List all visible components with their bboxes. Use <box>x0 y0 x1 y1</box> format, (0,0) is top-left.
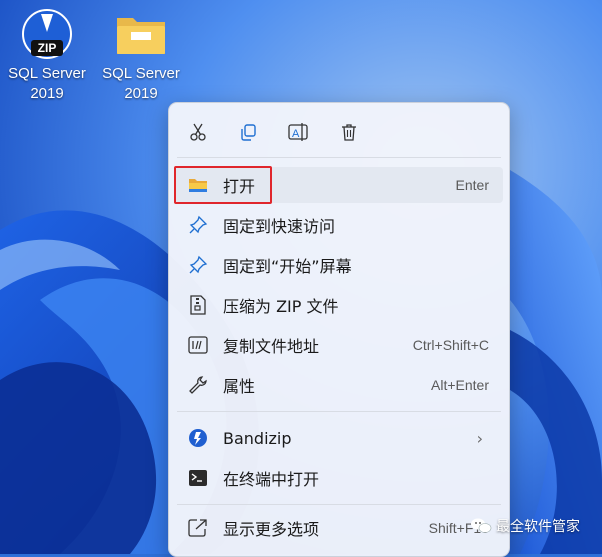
label-line1: SQL Server <box>8 65 86 82</box>
menu-item-bandizip[interactable]: Bandizip › <box>175 420 503 456</box>
delete-button[interactable] <box>332 117 366 147</box>
label-line2: 2019 <box>30 85 64 102</box>
menu-item-properties[interactable]: 属性 Alt+Enter <box>175 367 503 403</box>
pin-icon <box>187 254 209 276</box>
wrench-icon <box>187 374 209 396</box>
menu-item-shortcut: Ctrl+Shift+C <box>412 337 489 353</box>
highlight-box <box>174 166 272 204</box>
pin-icon <box>187 214 209 236</box>
terminal-icon <box>187 467 209 489</box>
more-options-icon <box>187 517 209 539</box>
copy-icon <box>241 124 256 141</box>
menu-item-pin-quick-access[interactable]: 固定到快速访问 <box>175 207 503 243</box>
wechat-icon <box>471 518 492 533</box>
copy-button[interactable] <box>231 117 265 147</box>
watermark-text: 最全软件管家 <box>496 519 580 535</box>
menu-item-pin-start[interactable]: 固定到“开始”屏幕 <box>175 247 503 283</box>
menu-item-label: 在终端中打开 <box>223 470 320 489</box>
rename-button[interactable]: A <box>281 117 315 147</box>
menu-item-label: 复制文件地址 <box>223 337 320 356</box>
menu-item-shortcut: Alt+Enter <box>431 377 489 393</box>
desktop-icon-label: SQL Server 2019 <box>2 64 92 104</box>
copy-path-icon <box>187 334 209 356</box>
cut-button[interactable] <box>181 117 215 147</box>
menu-item-label: 固定到快速访问 <box>223 217 336 236</box>
folder-icon <box>113 6 169 62</box>
menu-item-label: 固定到“开始”屏幕 <box>223 257 352 276</box>
desktop-icon-folder[interactable]: SQL Server 2019 <box>96 6 186 104</box>
watermark: 最全软件管家 <box>470 516 580 536</box>
rename-icon: A <box>288 123 308 141</box>
menu-item-copy-path[interactable]: 复制文件地址 Ctrl+Shift+C <box>175 327 503 363</box>
menu-item-label: Bandizip <box>223 428 292 448</box>
menu-item-shortcut: Enter <box>455 177 489 193</box>
delete-icon <box>342 124 356 141</box>
menu-item-open-terminal[interactable]: 在终端中打开 <box>175 460 503 496</box>
menu-divider <box>177 504 501 505</box>
zip-file-icon <box>187 294 209 316</box>
label-line1: SQL Server <box>102 65 180 82</box>
menu-item-label: 显示更多选项 <box>223 520 320 539</box>
menu-item-compress-zip[interactable]: 压缩为 ZIP 文件 <box>175 287 503 323</box>
desktop-icon-zip[interactable]: ZIP SQL Server 2019 <box>2 6 92 104</box>
label-line2: 2019 <box>124 85 158 102</box>
menu-divider <box>177 411 501 412</box>
menu-item-show-more-options[interactable]: 显示更多选项 Shift+F10 <box>175 510 503 546</box>
menu-item-label: 属性 <box>223 377 256 396</box>
chevron-right-icon: › <box>476 428 483 448</box>
cut-icon <box>190 123 206 141</box>
bandizip-icon <box>187 427 209 449</box>
menu-item-label: 压缩为 ZIP 文件 <box>223 297 339 316</box>
zip-badge: ZIP <box>37 41 57 55</box>
zip-archive-icon: ZIP <box>19 6 75 62</box>
svg-text:A: A <box>292 128 300 140</box>
desktop-icon-label: SQL Server 2019 <box>96 64 186 104</box>
menu-divider <box>177 157 501 158</box>
